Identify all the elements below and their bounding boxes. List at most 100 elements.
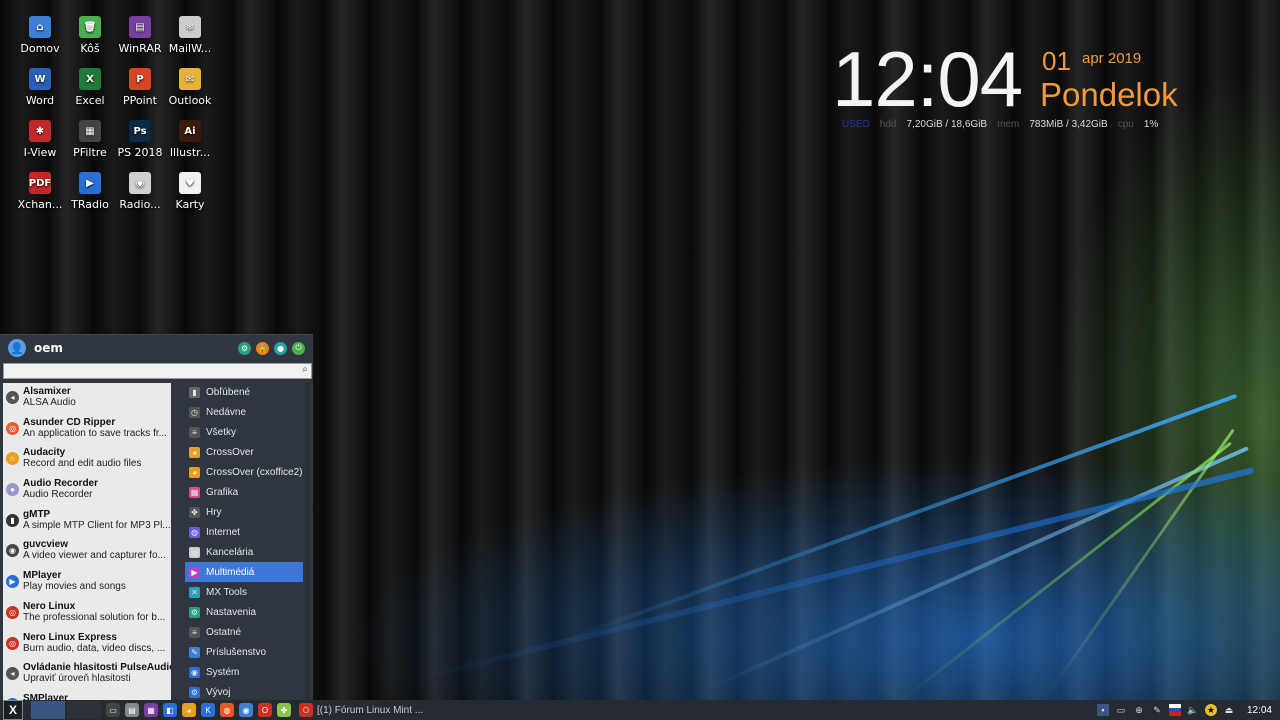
icon-glyph: ▤ [135,21,145,33]
category-list: ▮ Obľúbené ◷ Nedávne ≡ Všetky ◕ CrossOver ◕ Cross… [185,382,303,702]
pdf-xchange-icon: PDF [29,172,51,194]
kde-connect-icon[interactable]: K [201,703,215,717]
app-list-item[interactable]: ◎ Nero Linux The professional solution for… [3,598,171,629]
file-manager-icon[interactable]: ▤ [125,703,139,717]
desktop-icon[interactable]: PDF Xchan... [13,166,67,211]
icon-glyph: Ai [184,125,196,137]
workspace-1[interactable] [31,701,65,719]
document-icon: ▤ [189,546,200,558]
category-item[interactable]: ◷ Nedávne [185,402,303,422]
app-icon: ◎ [6,636,19,650]
desktop-icon[interactable]: ♥ Karty [163,166,217,211]
volume-icon[interactable]: 🔈 [1187,704,1199,716]
category-item[interactable]: ◍ Internet [185,522,303,542]
category-item[interactable]: ◕ CrossOver (cxoffice2) [185,462,303,482]
desktop-icon[interactable]: ❄ MailW... [163,10,217,55]
desktop-icon-label: Illustr... [169,146,211,159]
category-item[interactable]: ◕ CrossOver [185,442,303,462]
notification-icon[interactable]: ▭ [1115,704,1127,716]
keyboard-layout-flag-icon[interactable] [1168,704,1181,716]
desktop-icon-label: Xchan... [17,198,63,211]
icon-glyph: ❄ [185,21,195,33]
switch-user-icon[interactable]: ● [274,341,287,355]
app-list-item[interactable]: ▮ gMTP A simple MTP Client for MP3 Pl... [3,506,171,537]
accessories-icon: ✎ [189,646,200,658]
irfanview-icon: ✱ [29,120,51,142]
desktop-icon[interactable]: ◉ Radio... [113,166,167,211]
crossover-icon[interactable]: ◕ [182,703,196,717]
category-item[interactable]: ⚙ Vývoj [185,682,303,702]
app-list-item[interactable]: ● Audio Recorder Audio Recorder [3,475,171,506]
desktop-icon[interactable]: ▶ TRadio [63,166,117,211]
terminal-icon[interactable]: ▭ [106,703,120,717]
category-item[interactable]: ▶ Multimédiá [185,562,303,582]
category-item[interactable]: ✤ Hry [185,502,303,522]
app-list-item[interactable]: ◎ Asunder CD Ripper An application to save… [3,414,171,445]
opera-icon[interactable]: O [258,703,272,717]
network-tool-icon[interactable]: ◧ [163,703,177,717]
app-list-scrollbar[interactable] [305,383,310,701]
category-item[interactable]: ≡ Ostatné [185,622,303,642]
category-item[interactable]: ⚙ Nastavenia [185,602,303,622]
category-label: Grafika [206,486,239,498]
desktop-icon[interactable]: W Word [13,62,67,107]
eject-icon[interactable]: ⏏ [1223,704,1235,716]
network-icon[interactable]: ⊕ [1133,704,1145,716]
chrome-icon[interactable]: ◉ [239,703,253,717]
desktop-icon-label: Excel [75,94,105,107]
clipboard-icon[interactable]: ✎ [1151,704,1163,716]
system-settings-icon[interactable]: ⚙ [238,341,251,355]
category-label: Hry [206,506,222,518]
user-name: oem [34,341,63,355]
desktop-icon-label: MailW... [168,42,212,55]
app-list-item[interactable]: ◂ Ovládanie hlasitosti PulseAudio Upraviť … [3,659,171,690]
tradio-icon: ▶ [79,172,101,194]
icon-glyph: 🗑 [83,21,97,33]
desktop-icon[interactable]: Ai Illustr... [163,114,217,159]
category-item[interactable]: ✕ MX Tools [185,582,303,602]
desktop-icon[interactable]: Ps PS 2018 [113,114,167,159]
user-avatar-icon[interactable]: 👤 [8,339,26,357]
desktop-icon[interactable]: ⌂ Domov [13,10,67,55]
app-list-item[interactable]: ◎ Nero Linux Express Burn audio, data, vid… [3,629,171,660]
tray-app-icon[interactable]: ▪ [1096,704,1109,716]
category-item[interactable]: ≡ Všetky [185,422,303,442]
desktop-icon[interactable]: 🗑 Kôš [63,10,117,55]
app-description: Record and edit audio files [23,458,142,470]
taskbar-clock[interactable]: 12:04 [1247,705,1272,716]
category-label: Príslušenstvo [206,646,267,658]
app-name: Alsamixer [23,386,71,397]
desktop-icon[interactable]: ▤ WinRAR [113,10,167,55]
category-label: CrossOver (cxoffice2) [206,466,303,478]
app-description: An application to save tracks fr... [23,427,167,439]
power-icon[interactable]: ⏻ [292,341,305,355]
settings-icon: ⚙ [189,606,200,618]
workspace-2[interactable] [67,701,101,719]
category-item[interactable]: ▤ Kancelária [185,542,303,562]
lock-screen-icon[interactable]: 🔒 [256,341,269,355]
updates-icon[interactable]: ★ [1204,704,1217,716]
app-list-item[interactable]: ▶ MPlayer Play movies and songs [3,567,171,598]
category-icon-glyph: ≡ [192,627,197,637]
firefox-icon[interactable]: ◍ [220,703,234,717]
desktop-icon[interactable]: X Excel [63,62,117,107]
winrar-icon[interactable]: ▦ [144,703,158,717]
desktop-icon[interactable]: ▦ PFiltre [63,114,117,159]
desktop-icon[interactable]: ✉ Outlook [163,62,217,107]
stats-mem-value: 783MiB / 3,42GiB [1029,119,1108,130]
category-item[interactable]: ◉ Systém [185,662,303,682]
pinwheel-icon[interactable]: ✤ [277,703,291,717]
desktop-icon[interactable]: P PPoint [113,62,167,107]
category-item[interactable]: ▮ Obľúbené [185,382,303,402]
start-menu-button[interactable]: X [3,700,23,720]
desktop-icon[interactable]: ✱ I-View [13,114,67,159]
app-icon-glyph: ◂ [10,669,15,679]
category-item[interactable]: ▦ Grafika [185,482,303,502]
app-list-item[interactable]: ◉ guvcview A video viewer and capturer fo.… [3,536,171,567]
app-icon-glyph: ● [10,485,15,495]
taskbar-window-browser[interactable]: O [(1) Fórum Linux Mint ... [299,703,423,717]
app-list-item[interactable]: ◂ Alsamixer ALSA Audio [3,383,171,414]
category-item[interactable]: ✎ Príslušenstvo [185,642,303,662]
stats-hdd-label: hdd [879,119,897,130]
app-list-item[interactable]: ∩ Audacity Record and edit audio files [3,444,171,475]
